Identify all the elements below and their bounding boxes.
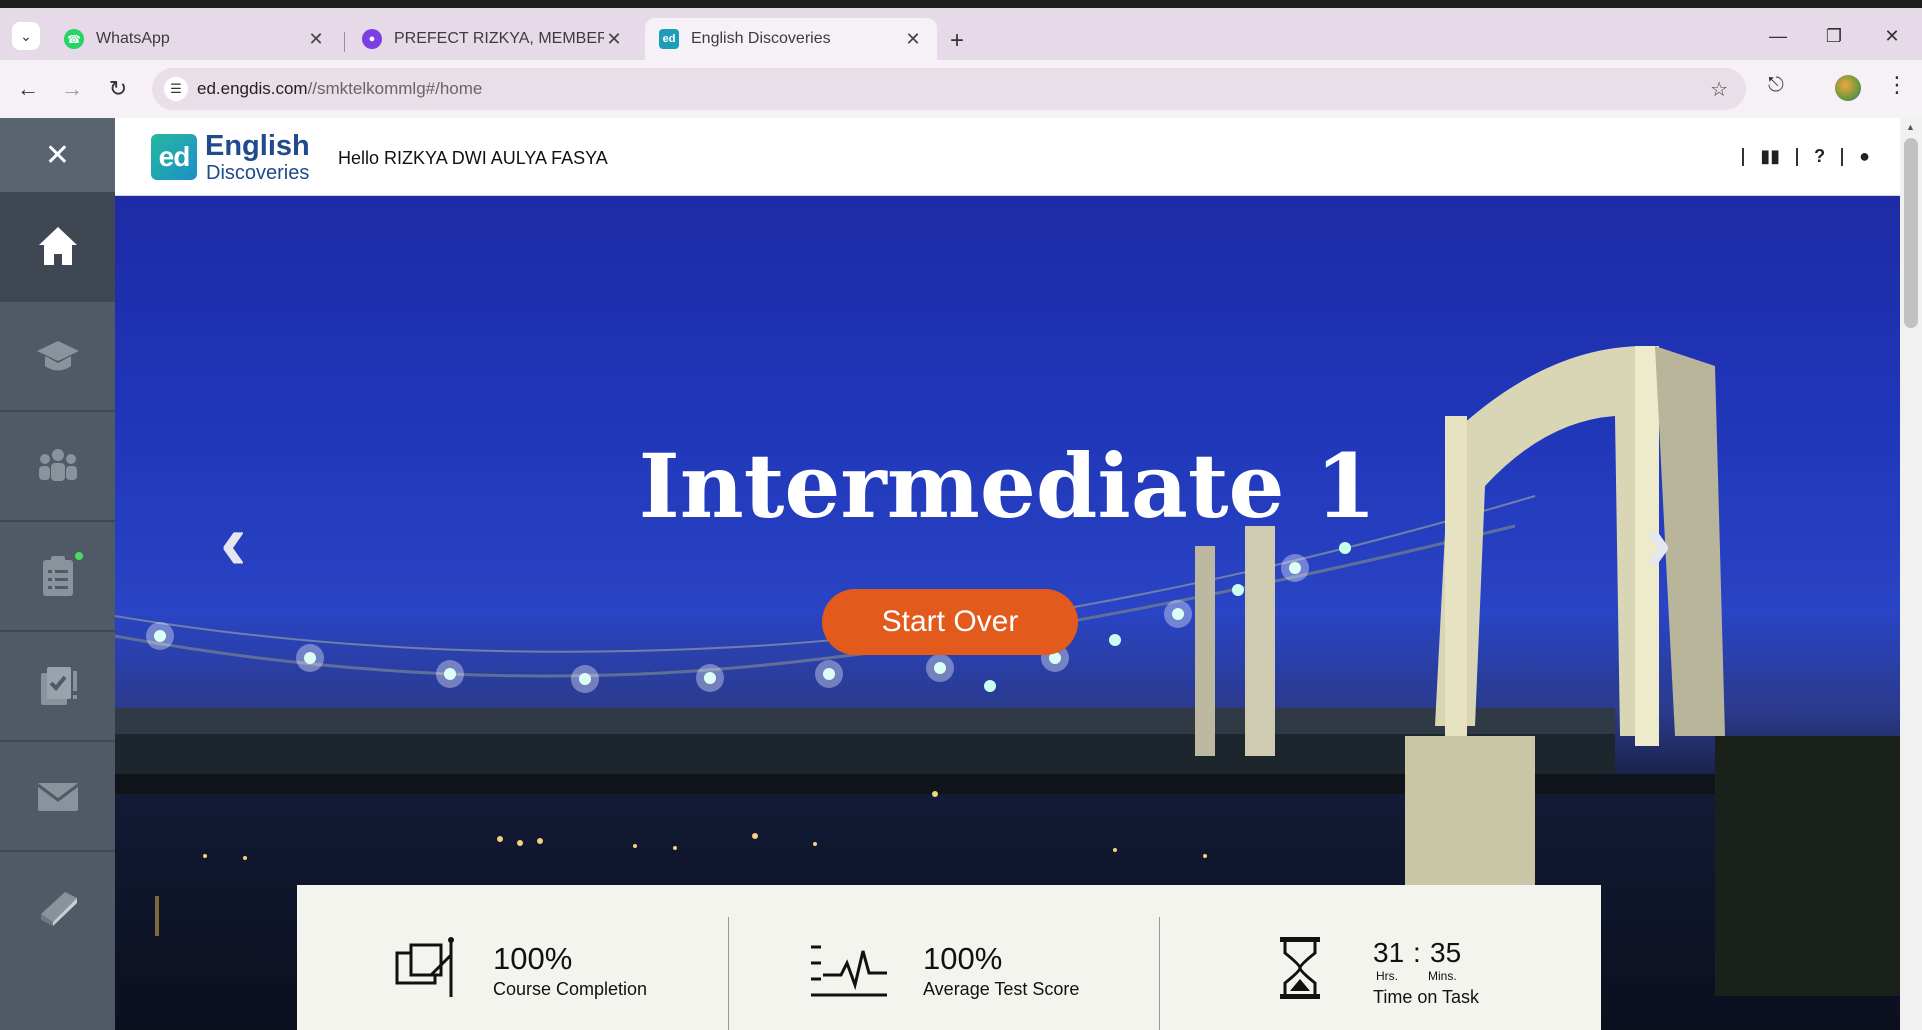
forward-button[interactable]: →: [58, 76, 86, 102]
sidebar-item-courses[interactable]: [0, 302, 115, 412]
user-icon[interactable]: ●: [1859, 146, 1870, 167]
tab-title: WhatsApp: [96, 30, 170, 47]
restore-button[interactable]: ❐: [1814, 26, 1854, 47]
sidebar-item-messages[interactable]: [0, 742, 115, 852]
sidebar-item-assignments[interactable]: [0, 522, 115, 632]
book-icon: [40, 892, 77, 926]
address-bar[interactable]: ☰ ed.engdis.com//smktelkommlg#/home ☆: [152, 68, 1746, 110]
hero-banner: ‹ › Intermediate 1 Start Over 100% Cours…: [115, 196, 1900, 1030]
close-icon[interactable]: ✕: [0, 118, 115, 192]
tab-whatsapp[interactable]: ☎ WhatsApp ✕: [50, 18, 340, 60]
header-icons: ▮▮ ? ●: [1742, 146, 1870, 167]
browser-menu-icon[interactable]: ⋮: [1886, 72, 1908, 98]
time-colon: :: [1413, 937, 1421, 968]
test-score-value: 100%: [923, 941, 1003, 976]
test-score-label: Average Test Score: [923, 979, 1080, 999]
divider: [1841, 147, 1844, 166]
canva-icon: ●: [362, 29, 382, 49]
checklist-icon: [40, 667, 77, 705]
chevron-down-icon: ⌄: [20, 27, 32, 44]
url-path: //smktelkommlg#/home: [307, 79, 483, 98]
average-test-score-stat: 100% Average Test Score: [729, 885, 1159, 1030]
course-title: Intermediate 1: [638, 434, 1377, 538]
flag-icon: [395, 937, 454, 997]
divider: [1742, 147, 1745, 166]
close-window-button[interactable]: ✕: [1872, 26, 1912, 47]
start-over-button[interactable]: Start Over: [822, 589, 1078, 655]
logo-text-english: English: [205, 130, 310, 162]
hours-label: Hrs.: [1376, 969, 1398, 983]
clipboard-icon: [42, 556, 73, 596]
test-score-chart-icon: [811, 945, 887, 997]
course-completion-stat: 100% Course Completion: [297, 885, 727, 1030]
browser-toolbar: ← → ↻ ☰ ed.engdis.com//smktelkommlg#/hom…: [0, 60, 1922, 118]
group-icon: [38, 449, 77, 481]
envelope-icon: [36, 783, 79, 811]
tab-canva[interactable]: ● PREFECT RIZKYA, MEMBER CINE ✕: [348, 18, 638, 60]
sidebar-item-home[interactable]: [0, 192, 115, 302]
profile-avatar[interactable]: [1835, 75, 1861, 101]
close-tab-icon[interactable]: ✕: [306, 29, 326, 50]
reload-button[interactable]: ↻: [104, 76, 132, 102]
extensions-icon[interactable]: ⎋: [1768, 74, 1784, 97]
site-info-icon[interactable]: ☰: [164, 77, 188, 101]
back-button[interactable]: ←: [14, 76, 42, 102]
time-hours: 31: [1373, 937, 1405, 968]
sidebar: ✕: [0, 118, 115, 1030]
book-open-icon[interactable]: ▮▮: [1760, 146, 1780, 167]
stats-panel: 100% Course Completion 100% Average Test…: [297, 885, 1601, 1030]
sidebar-item-tests[interactable]: [0, 632, 115, 742]
home-icon: [38, 227, 77, 265]
help-icon[interactable]: ?: [1814, 146, 1825, 167]
divider: [1796, 147, 1799, 166]
ed-icon: ed: [659, 29, 679, 49]
notification-dot: [75, 552, 83, 560]
app-header: ed English Discoveries Hello RIZKYA DWI …: [115, 118, 1900, 196]
time-on-task-label: Time on Task: [1373, 987, 1480, 1007]
whatsapp-icon: ☎: [64, 29, 84, 49]
greeting: Hello RIZKYA DWI AULYA FASYA: [338, 148, 608, 168]
bookmark-star-icon[interactable]: ☆: [1710, 77, 1728, 102]
close-tab-icon[interactable]: ✕: [903, 29, 923, 50]
tab-title: PREFECT RIZKYA, MEMBER CINE: [394, 30, 604, 47]
tab-english-discoveries[interactable]: ed English Discoveries ✕: [645, 18, 937, 60]
page-scrollbar[interactable]: ▲: [1900, 118, 1922, 1030]
tab-bar: ⌄ ☎ WhatsApp ✕ ● PREFECT RIZKYA, MEMBER …: [0, 8, 1922, 60]
logo-text-discoveries: Discoveries: [206, 162, 310, 184]
close-tab-icon[interactable]: ✕: [604, 29, 624, 50]
completion-label: Course Completion: [493, 979, 648, 999]
minutes-label: Mins.: [1428, 969, 1457, 983]
hourglass-icon: [1280, 937, 1320, 999]
logo-mark[interactable]: ed: [151, 134, 197, 180]
completion-value: 100%: [493, 941, 573, 976]
time-minutes: 35: [1430, 937, 1462, 968]
tab-title: English Discoveries: [691, 30, 831, 47]
scroll-thumb[interactable]: [1904, 138, 1918, 328]
tab-divider: [344, 32, 345, 52]
sidebar-item-library[interactable]: [0, 852, 115, 962]
window-top-strip: [0, 0, 1922, 8]
graduation-cap-icon: [36, 341, 79, 371]
tab-search-button[interactable]: ⌄: [12, 22, 40, 50]
page: ✕ ed English Discoveries Hello RIZKYA DW…: [0, 118, 1922, 1030]
scroll-up-icon[interactable]: ▲: [1906, 122, 1915, 132]
url-host: ed.engdis.com: [197, 79, 308, 98]
sidebar-item-community[interactable]: [0, 412, 115, 522]
url-text: ed.engdis.com//smktelkommlg#/home: [197, 79, 482, 99]
time-on-task-stat: 31 : 35 Hrs. Mins. Time on Task: [1160, 885, 1600, 1030]
new-tab-button[interactable]: +: [950, 28, 964, 54]
minimize-button[interactable]: —: [1758, 26, 1798, 47]
